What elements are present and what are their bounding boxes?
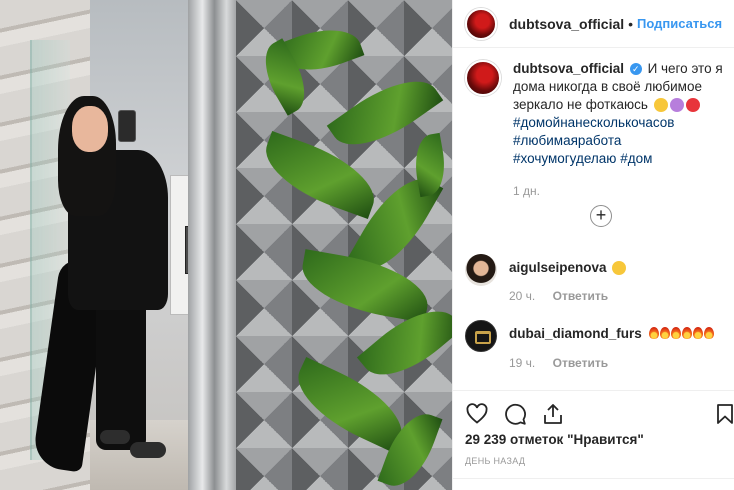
caption-author-avatar[interactable]: [465, 60, 501, 96]
photo-person: [31, 90, 180, 473]
share-icon[interactable]: [541, 402, 565, 426]
kissing-face-emoji-icon: [612, 261, 627, 276]
post-side-panel: dubtsova_official • Подписаться dubtsova…: [452, 0, 734, 490]
comment-username[interactable]: aigulseipenova: [509, 260, 607, 275]
post-header: dubtsova_official • Подписаться: [453, 0, 734, 48]
caption-time: 1 дн.: [513, 184, 540, 198]
load-more-comments-icon[interactable]: +: [590, 205, 612, 227]
post-timestamp: ДЕНЬ НАЗАД: [465, 456, 526, 466]
comment-username[interactable]: dubai_diamond_furs: [509, 326, 642, 341]
woman-emoji-icon: [669, 98, 684, 113]
verified-badge-icon: ✓: [629, 63, 642, 76]
commenter-avatar[interactable]: [465, 254, 497, 286]
fire-emoji-icons: [648, 326, 715, 342]
follow-button[interactable]: Подписаться: [637, 16, 722, 31]
caption-username[interactable]: dubtsova_official: [513, 61, 624, 76]
hashtag-link[interactable]: #хочумогуделаю: [513, 151, 616, 166]
post-caption: dubtsova_official ✓ И чего это я дома ни…: [465, 60, 733, 200]
photo-mirror-frame: [188, 0, 236, 490]
author-username[interactable]: dubtsova_official: [509, 16, 624, 32]
comment-item: aigulseipenova 20 ч. Ответить: [465, 254, 734, 303]
reply-button[interactable]: Ответить: [553, 289, 608, 303]
heart-icon[interactable]: [465, 402, 489, 426]
comment-time: 20 ч.: [509, 289, 536, 304]
bookmark-icon[interactable]: [713, 402, 734, 426]
comment-item: dubai_diamond_furs 19 ч. Ответить: [465, 320, 734, 370]
hashtag-link[interactable]: #домойнанесколькочасов: [513, 114, 733, 132]
lips-emoji-icon: [685, 98, 700, 113]
hashtag-link[interactable]: #любимаяработа: [513, 132, 733, 150]
reply-button[interactable]: Ответить: [553, 356, 608, 370]
hashtag-link[interactable]: #дом: [620, 151, 652, 166]
smiling-face-emoji-icon: [653, 98, 668, 113]
author-avatar[interactable]: [465, 7, 497, 40]
actions-divider: [453, 390, 734, 391]
comment-time: 19 ч.: [509, 355, 536, 370]
bottom-divider: [453, 478, 734, 479]
likes-count[interactable]: 29 239 отметок "Нравится": [465, 432, 644, 447]
action-bar: [465, 402, 734, 426]
header-separator: •: [628, 15, 634, 32]
post-photo[interactable]: [0, 0, 452, 490]
comment-icon[interactable]: [503, 402, 527, 426]
commenter-avatar[interactable]: [465, 320, 497, 352]
